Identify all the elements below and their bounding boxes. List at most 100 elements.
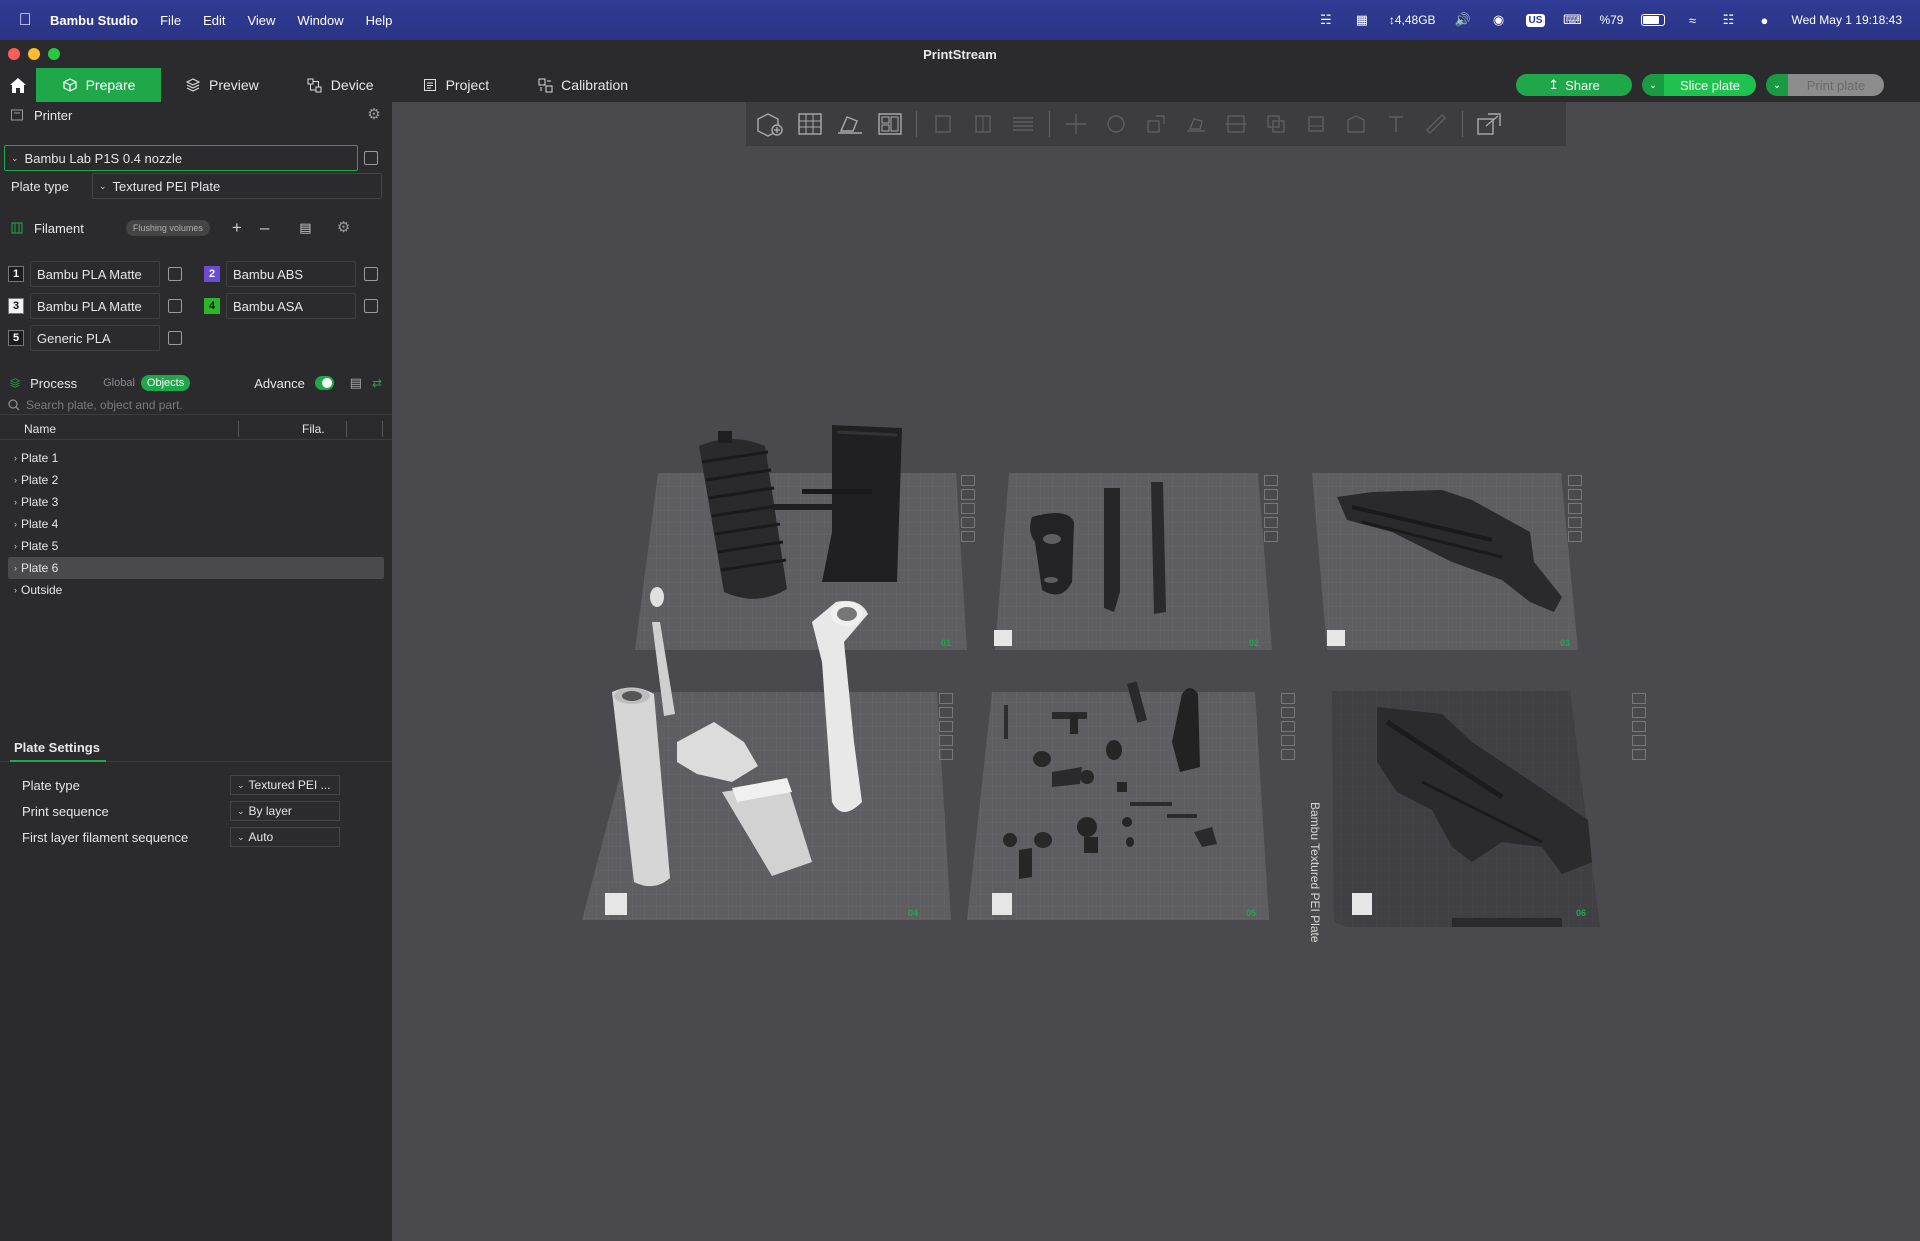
expand-chevron-icon[interactable]: › [14, 519, 17, 529]
filament-edit-icon[interactable] [168, 267, 182, 281]
orient-plate-icon[interactable] [939, 707, 953, 718]
arrange-plate-icon[interactable] [961, 503, 975, 514]
ps-first-layer-select[interactable]: ⌄ Auto [230, 827, 340, 847]
disk-usage[interactable]: ↕4,48GB [1389, 13, 1436, 27]
filament-edit-icon[interactable] [364, 267, 378, 281]
battery-percent[interactable]: %79 [1599, 13, 1623, 27]
tab-prepare[interactable]: Prepare [36, 68, 161, 102]
filament-item[interactable]: 2 Bambu ABS [204, 261, 378, 287]
advance-toggle[interactable] [314, 376, 334, 390]
plate-settings-icon[interactable] [1264, 531, 1278, 542]
col-name-header[interactable]: Name [24, 422, 56, 436]
tree-item-plate-3[interactable]: › Plate 3 [0, 491, 392, 513]
plate-settings-icon[interactable] [1632, 749, 1646, 760]
plate-settings-icon[interactable] [1281, 749, 1295, 760]
filament-color-swatch[interactable]: 5 [8, 330, 24, 346]
delete-plate-icon[interactable] [1568, 475, 1582, 486]
plate-settings-icon[interactable] [961, 531, 975, 542]
objects-toggle[interactable]: Objects [140, 375, 191, 391]
plate-settings-icon[interactable] [939, 749, 953, 760]
screen-record-icon[interactable]: ◉ [1490, 12, 1508, 27]
input-source[interactable]: US [1525, 13, 1546, 27]
plate-settings-icon[interactable] [1568, 531, 1582, 542]
menu-window[interactable]: Window [297, 13, 343, 28]
control-center-icon[interactable]: ☷ [1719, 12, 1737, 27]
filament-color-swatch[interactable]: 2 [204, 266, 220, 282]
filament-item[interactable]: 4 Bambu ASA [204, 293, 378, 319]
expand-chevron-icon[interactable]: › [14, 475, 17, 485]
tab-project[interactable]: Project [398, 68, 514, 102]
filament-edit-icon[interactable] [364, 299, 378, 313]
delete-plate-icon[interactable] [939, 693, 953, 704]
filament-item[interactable]: 5 Generic PLA [8, 325, 182, 351]
menu-view[interactable]: View [247, 13, 275, 28]
lock-plate-icon[interactable] [961, 517, 975, 528]
display-icon[interactable]: ▦ [1353, 12, 1371, 27]
orient-plate-icon[interactable] [1632, 707, 1646, 718]
printer-select[interactable]: ⌄ Bambu Lab P1S 0.4 nozzle [4, 145, 358, 171]
print-plate-button[interactable]: Print plate [1788, 74, 1884, 96]
battery-icon[interactable] [1641, 14, 1666, 26]
siri-icon[interactable]: ● [1755, 13, 1773, 28]
tree-item-plate-4[interactable]: › Plate 4 [0, 513, 392, 535]
clock[interactable]: Wed May 1 19:18:43 [1791, 13, 1902, 27]
tab-calibration[interactable]: Calibration [513, 68, 652, 102]
orient-plate-icon[interactable] [1264, 489, 1278, 500]
filament-edit-icon[interactable] [168, 299, 182, 313]
menu-app-name[interactable]: Bambu Studio [50, 13, 138, 28]
menu-help[interactable]: Help [366, 13, 393, 28]
expand-chevron-icon[interactable]: › [14, 453, 17, 463]
expand-chevron-icon[interactable]: › [14, 563, 17, 573]
plate-05[interactable] [967, 692, 1269, 920]
expand-chevron-icon[interactable]: › [14, 541, 17, 551]
col-fila-header[interactable]: Fila. [302, 422, 325, 436]
lock-plate-icon[interactable] [1264, 517, 1278, 528]
plate-type-select[interactable]: ⌄ Textured PEI Plate [92, 173, 382, 199]
arrange-plate-icon[interactable] [1264, 503, 1278, 514]
delete-plate-icon[interactable] [1264, 475, 1278, 486]
menu-file[interactable]: File [160, 13, 181, 28]
compare-icon[interactable]: ⇄ [372, 376, 382, 390]
tree-item-plate-5[interactable]: › Plate 5 [0, 535, 392, 557]
lock-plate-icon[interactable] [939, 735, 953, 746]
tab-device[interactable]: Device [283, 68, 398, 102]
ps-print-sequence-select[interactable]: ⌄ By layer [230, 801, 340, 821]
filament-item[interactable]: 1 Bambu PLA Matte [8, 261, 182, 287]
3d-viewport[interactable]: Bambu Textured PEI Plate 01 02 03 04 05 … [392, 102, 1920, 1241]
orient-plate-icon[interactable] [961, 489, 975, 500]
apple-menu-icon[interactable]:  [0, 10, 50, 30]
filament-color-swatch[interactable]: 3 [8, 298, 24, 314]
orient-plate-icon[interactable] [1281, 707, 1295, 718]
print-dropdown-chevron-icon[interactable]: ⌄ [1766, 74, 1788, 96]
global-toggle[interactable]: Global [97, 375, 141, 391]
docker-icon[interactable]: ☵ [1317, 12, 1335, 27]
arrange-plate-icon[interactable] [1632, 721, 1646, 732]
expand-chevron-icon[interactable]: › [14, 497, 17, 507]
arrange-plate-icon[interactable] [1568, 503, 1582, 514]
lock-plate-icon[interactable] [1568, 517, 1582, 528]
keyboard-icon[interactable]: ⌨ [1563, 12, 1582, 27]
filament-item[interactable]: 3 Bambu PLA Matte [8, 293, 182, 319]
filament-color-swatch[interactable]: 1 [8, 266, 24, 282]
wifi-icon[interactable]: ≈ [1683, 13, 1701, 28]
expand-chevron-icon[interactable]: › [14, 585, 17, 595]
delete-plate-icon[interactable] [961, 475, 975, 486]
add-filament-icon[interactable]: + [232, 218, 242, 238]
delete-plate-icon[interactable] [1281, 693, 1295, 704]
remove-filament-icon[interactable]: – [260, 218, 269, 238]
printer-edit-icon[interactable] [364, 151, 378, 165]
volume-icon[interactable]: 🔊 [1454, 12, 1472, 27]
share-button[interactable]: ↥ Share [1516, 74, 1632, 96]
filament-name[interactable]: Bambu PLA Matte [30, 293, 160, 319]
flushing-volumes-button[interactable]: Flushing volumes [125, 220, 210, 236]
home-button[interactable] [0, 68, 36, 102]
tree-item-plate-6[interactable]: › Plate 6 [8, 557, 384, 579]
close-window-button[interactable] [8, 48, 20, 60]
zoom-window-button[interactable] [48, 48, 60, 60]
filament-name[interactable]: Generic PLA [30, 325, 160, 351]
arrange-plate-icon[interactable] [1281, 721, 1295, 732]
slice-plate-button[interactable]: Slice plate [1664, 74, 1756, 96]
filament-settings-gear-icon[interactable]: ⚙ [336, 220, 352, 236]
list-view-icon[interactable]: ▤ [350, 375, 362, 391]
sync-ams-icon[interactable]: ▤ [299, 220, 311, 236]
